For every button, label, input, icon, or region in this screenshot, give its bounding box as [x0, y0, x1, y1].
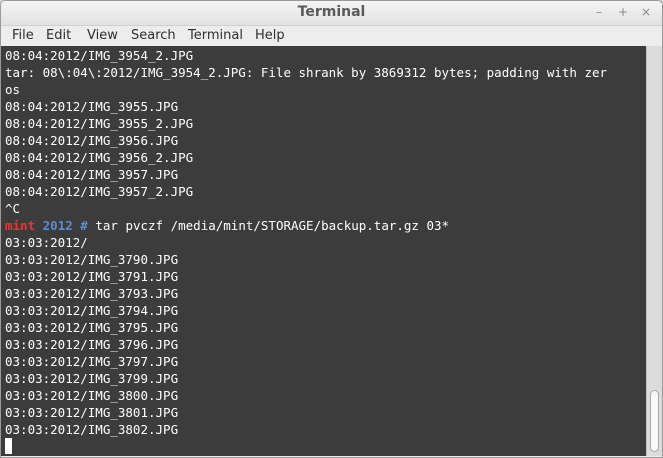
output-line: 08:04:2012/IMG_3956_2.JPG [5, 150, 194, 165]
close-icon[interactable]: × [638, 4, 654, 20]
terminal-window: Terminal – + × File Edit View Search Ter… [0, 0, 663, 458]
output-line: os [5, 82, 21, 97]
maximize-icon[interactable]: + [615, 4, 631, 20]
output-line: 03:03:2012/IMG_3799.JPG [5, 371, 179, 386]
output-line: 03:03:2012/IMG_3796.JPG [5, 337, 179, 352]
output-line: 03:03:2012/IMG_3790.JPG [5, 252, 179, 267]
menu-edit[interactable]: Edit [46, 28, 71, 43]
output-line: 03:03:2012/IMG_3800.JPG [5, 388, 179, 403]
output-line: 03:03:2012/IMG_3801.JPG [5, 405, 179, 420]
menu-search[interactable]: Search [131, 28, 176, 43]
text-cursor [5, 438, 12, 454]
minimize-icon[interactable]: – [591, 4, 607, 20]
title-bar[interactable]: Terminal – + × [1, 1, 662, 26]
output-line: 08:04:2012/IMG_3955.JPG [5, 99, 179, 114]
output-line: 08:04:2012/IMG_3955_2.JPG [5, 116, 194, 131]
output-line: 08:04:2012/IMG_3957.JPG [5, 167, 179, 182]
window-title: Terminal [297, 4, 366, 20]
prompt-command: tar pvczf /media/mint/STORAGE/backup.tar… [95, 218, 450, 233]
menu-bar: File Edit View Search Terminal Help [1, 26, 662, 46]
output-line: 03:03:2012/IMG_3797.JPG [5, 354, 179, 369]
prompt-directory: 2012 [42, 218, 73, 233]
output-line: 03:03:2012/IMG_3794.JPG [5, 303, 179, 318]
output-line: 03:03:2012/ [5, 235, 88, 250]
prompt-user: mint [5, 218, 36, 233]
prompt-symbol: # [80, 218, 88, 233]
terminal-output[interactable]: 08:04:2012/IMG_3954_2.JPG tar: 08\:04\:2… [1, 46, 646, 456]
menu-file[interactable]: File [12, 28, 34, 43]
output-line: 08:04:2012/IMG_3956.JPG [5, 133, 179, 148]
output-line: ^C [5, 201, 21, 216]
menu-terminal[interactable]: Terminal [188, 28, 243, 43]
output-line: 03:03:2012/IMG_3802.JPG [5, 422, 179, 437]
prompt-line: mint 2012 # tar pvczf /media/mint/STORAG… [5, 217, 449, 234]
output-line: 08:04:2012/IMG_3954_2.JPG [5, 48, 194, 63]
output-line: 03:03:2012/IMG_3793.JPG [5, 286, 179, 301]
output-line: 03:03:2012/IMG_3795.JPG [5, 320, 179, 335]
output-line: tar: 08\:04\:2012/IMG_3954_2.JPG: File s… [5, 65, 608, 80]
menu-view[interactable]: View [87, 28, 118, 43]
menu-help[interactable]: Help [255, 28, 285, 43]
output-line: 03:03:2012/IMG_3791.JPG [5, 269, 179, 284]
vertical-scrollbar[interactable] [646, 46, 662, 456]
scrollbar-thumb[interactable] [650, 390, 659, 452]
output-line: 08:04:2012/IMG_3957_2.JPG [5, 184, 194, 199]
